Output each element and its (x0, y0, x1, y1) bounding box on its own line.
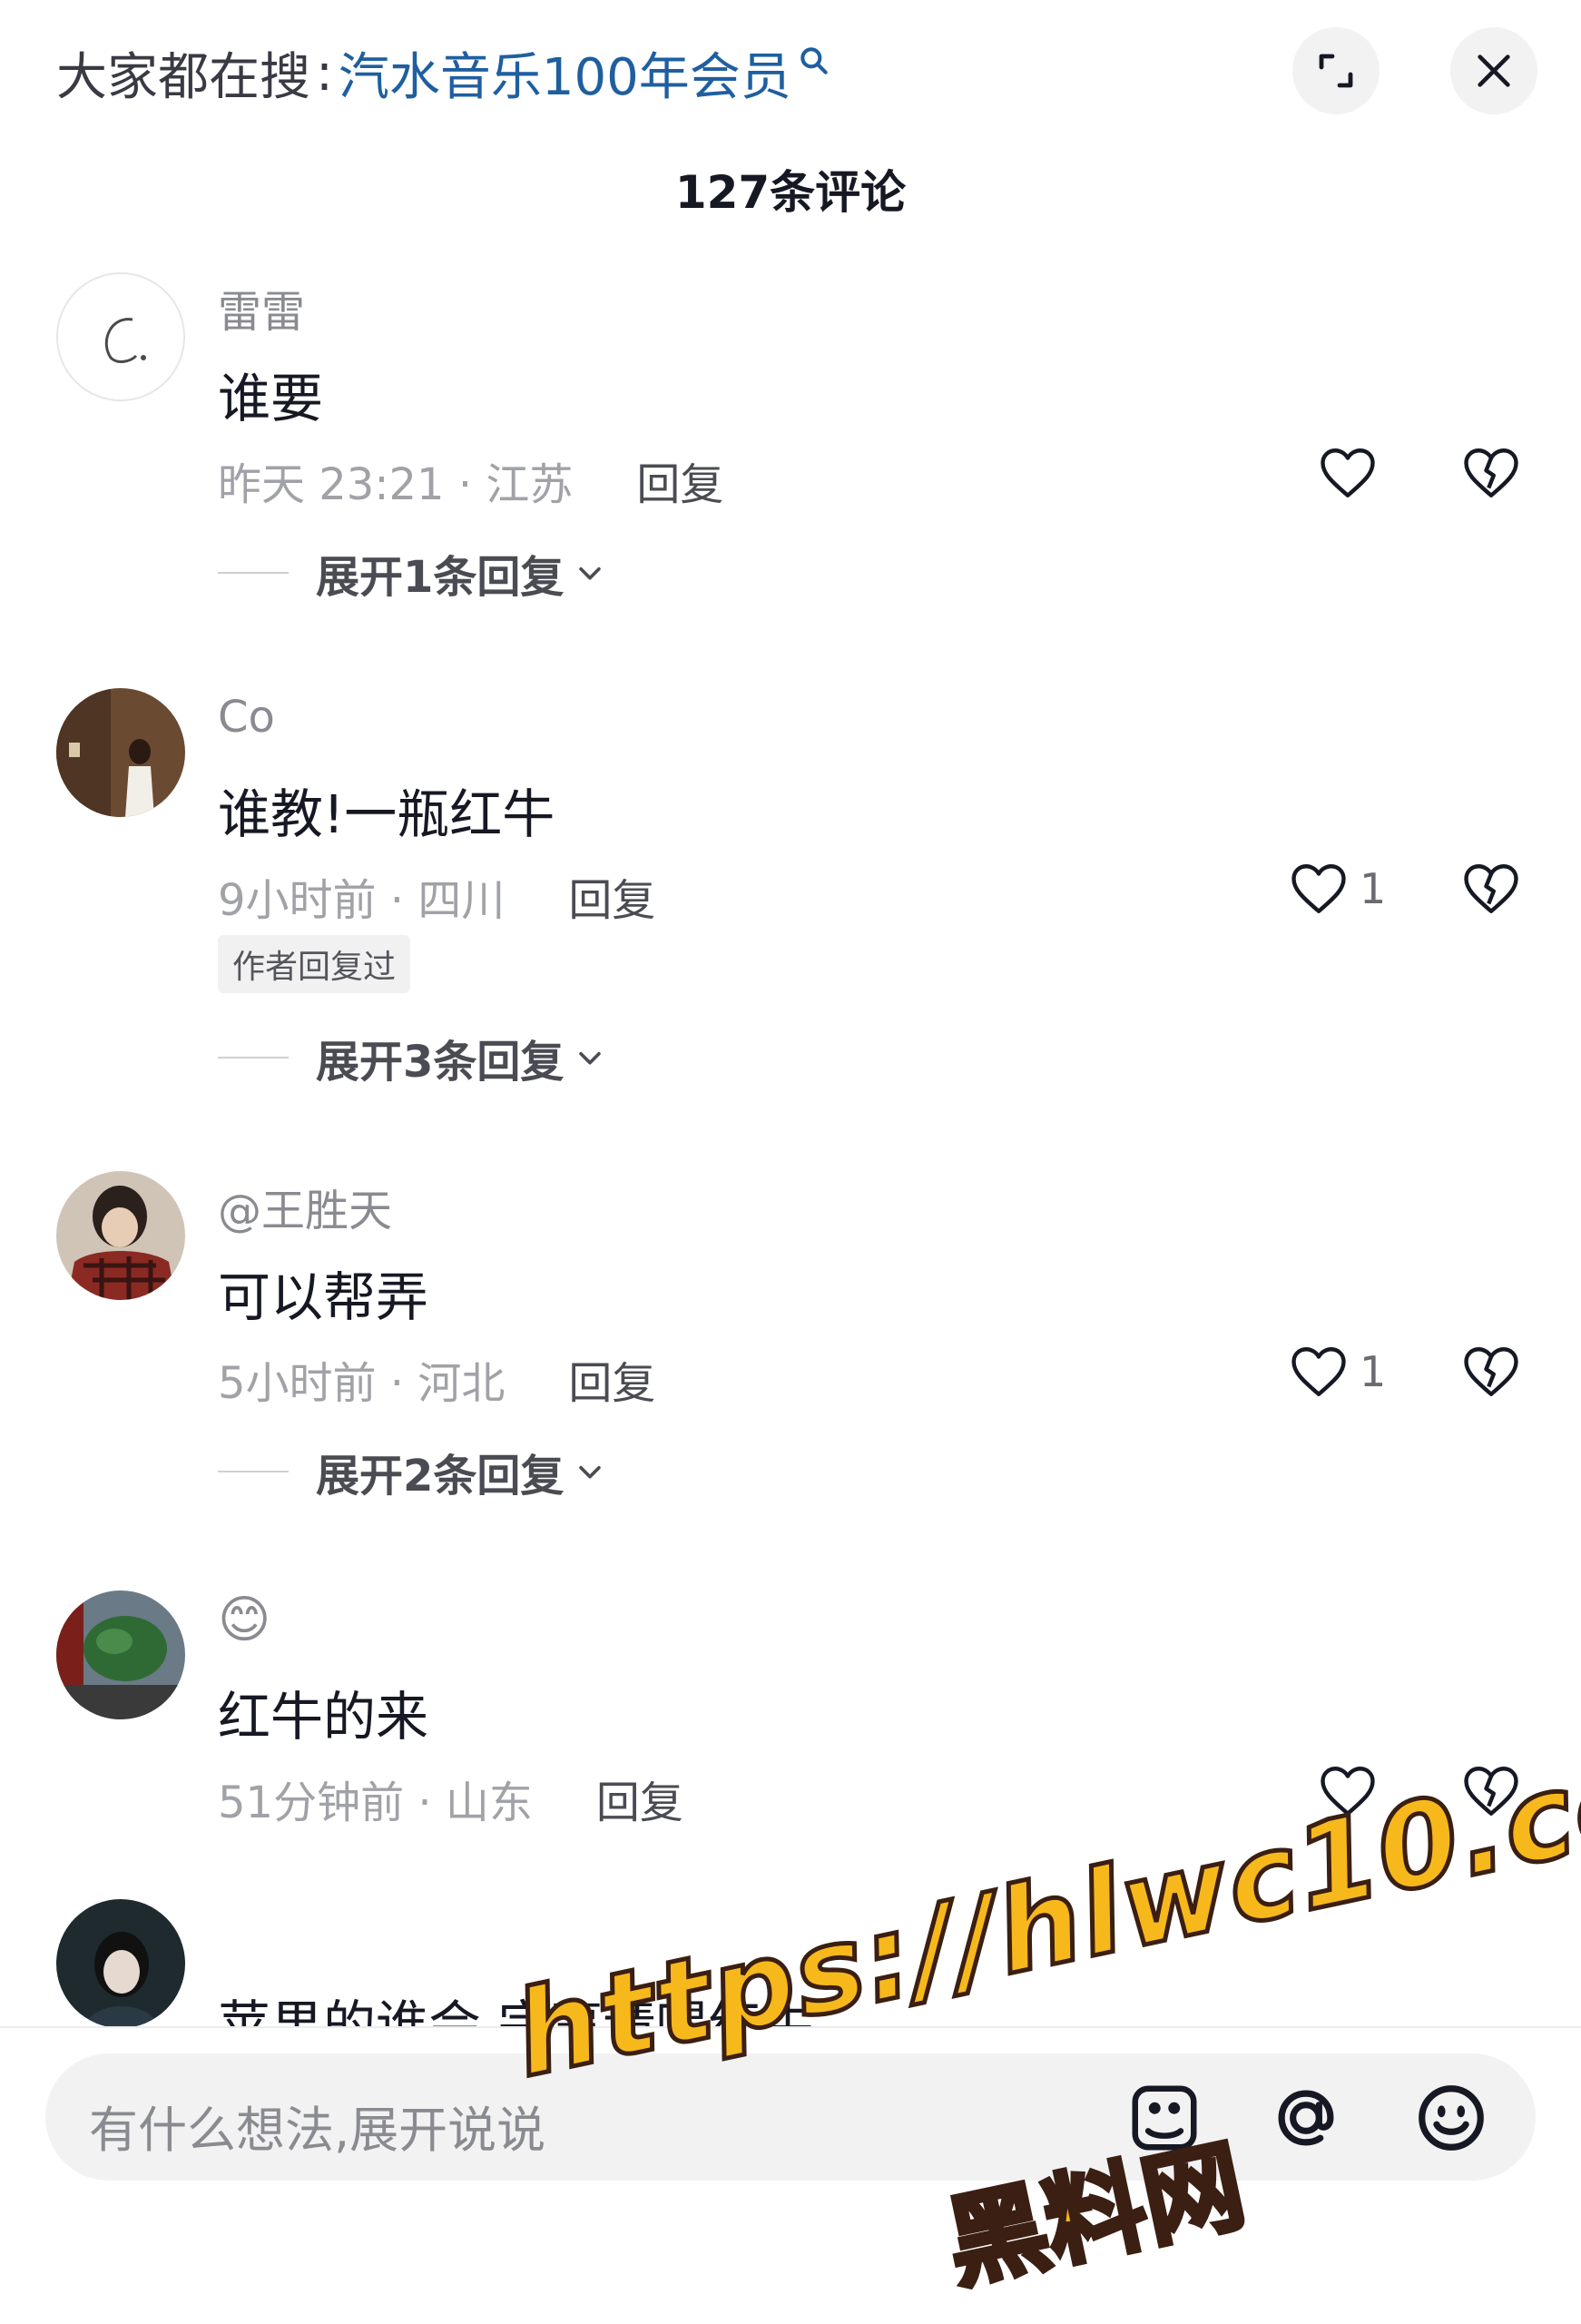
avatar[interactable] (56, 1590, 185, 1719)
comment-item: Co 谁教!一瓶红牛 9小时前 · 四川 回复 作者回复过 1 展开3条回复 (0, 688, 1581, 1124)
chevron-down-icon (579, 1465, 602, 1479)
avatar[interactable] (56, 1899, 185, 2026)
comment-meta: 51分钟前 · 山东 回复 (218, 1767, 683, 1830)
broken-heart-icon (1464, 1767, 1518, 1816)
comment-input-placeholder: 有什么想法,展开说说 (89, 2102, 546, 2159)
comment-username[interactable]: @王胜天 (218, 1175, 392, 1238)
expand-replies-button[interactable]: 展开1条回复 (218, 541, 605, 605)
comment-meta: 昨天 23:21 · 江苏 回复 (218, 448, 723, 512)
comment-text: 谁教!一瓶红牛 (218, 783, 555, 845)
heart-icon (1321, 1767, 1375, 1816)
comment-item: 苹果的谁会,完事请喝红牛 (0, 1899, 1581, 2026)
trending-search-hint[interactable]: 大家都在搜 : 汽水音乐100年会员 (56, 36, 831, 109)
comment-time-location: 9小时前 · 四川 (218, 875, 506, 926)
comment-meta: 9小时前 · 四川 回复 (218, 864, 655, 928)
comment-input-bar: 有什么想法,展开说说 (0, 2028, 1581, 2324)
like-count: 1 (1360, 864, 1387, 913)
like-button[interactable] (1318, 1763, 1389, 1819)
like-button[interactable] (1318, 445, 1389, 501)
comment-username[interactable]: Co (218, 692, 275, 743)
heart-icon (1321, 448, 1375, 497)
comment-username-emoji[interactable]: 😊 (218, 1590, 270, 1649)
reply-button[interactable]: 回复 (568, 864, 655, 928)
comment-count-title: 127条评论 (674, 166, 907, 219)
dislike-button[interactable] (1461, 1344, 1521, 1403)
comment-text: 可以帮弄 (218, 1266, 429, 1328)
expand-replies-label: 展开2条回复 (316, 1451, 565, 1502)
search-hint-separator: : (316, 43, 333, 103)
reply-button[interactable]: 回复 (636, 448, 723, 512)
avatar[interactable] (56, 1171, 185, 1300)
like-button[interactable]: 1 (1289, 861, 1386, 917)
avatar[interactable] (56, 272, 185, 401)
broken-heart-icon (1464, 864, 1518, 913)
image-icon[interactable] (1125, 2079, 1203, 2157)
comment-item: @王胜天 可以帮弄 5小时前 · 河北 回复 1 展开2条回复 (0, 1171, 1581, 1534)
chevron-down-icon (579, 1051, 602, 1065)
expand-icon (1319, 54, 1353, 88)
emoji-icon[interactable] (1412, 2079, 1490, 2157)
dislike-button[interactable] (1461, 861, 1521, 921)
reply-button[interactable]: 回复 (568, 1347, 655, 1411)
divider-line (218, 1057, 289, 1059)
comment-time-location: 51分钟前 · 山东 (218, 1777, 533, 1828)
chevron-down-icon (579, 566, 602, 580)
divider-line (218, 572, 289, 574)
expand-replies-label: 展开3条回复 (316, 1037, 565, 1088)
dislike-button[interactable] (1461, 445, 1521, 505)
broken-heart-icon (1464, 448, 1518, 497)
comments-header: 大家都在搜 : 汽水音乐100年会员 (0, 0, 1581, 145)
like-count: 1 (1360, 1347, 1387, 1396)
expand-replies-button[interactable]: 展开2条回复 (218, 1440, 605, 1503)
search-icon (800, 47, 828, 74)
broken-heart-icon (1464, 1347, 1518, 1396)
comment-time-location: 昨天 23:21 · 江苏 (218, 459, 574, 510)
search-hint-prefix: 大家都在搜 (56, 47, 310, 107)
heart-icon (1291, 1347, 1346, 1396)
divider-line (218, 1471, 289, 1472)
avatar[interactable] (56, 688, 185, 817)
close-icon (1478, 54, 1510, 87)
comment-text: 苹果的谁会,完事请喝红牛 (218, 1994, 814, 2026)
search-hint-keyword[interactable]: 汽水音乐100年会员 (339, 36, 791, 110)
comment-text: 谁要 (218, 368, 324, 429)
reply-button[interactable]: 回复 (596, 1767, 683, 1830)
close-button[interactable] (1450, 27, 1537, 114)
dislike-button[interactable] (1461, 1763, 1521, 1823)
comment-item: 😊 红牛的来 51分钟前 · 山东 回复 (0, 1590, 1581, 1863)
comment-meta: 5小时前 · 河北 回复 (218, 1347, 655, 1411)
author-replied-badge: 作者回复过 (218, 935, 411, 993)
mention-icon[interactable] (1267, 2079, 1345, 2157)
comment-time-location: 5小时前 · 河北 (218, 1358, 506, 1409)
comment-username[interactable]: 雷雷 (218, 276, 305, 340)
comment-text: 红牛的来 (218, 1686, 429, 1748)
comment-item: 雷雷 谁要 昨天 23:21 · 江苏 回复 展开1条回复 (0, 272, 1581, 635)
heart-icon (1291, 864, 1346, 913)
like-button[interactable]: 1 (1289, 1344, 1386, 1400)
expand-replies-button[interactable]: 展开3条回复 (218, 1026, 605, 1089)
fullscreen-button[interactable] (1292, 27, 1380, 114)
expand-replies-label: 展开1条回复 (316, 552, 565, 603)
